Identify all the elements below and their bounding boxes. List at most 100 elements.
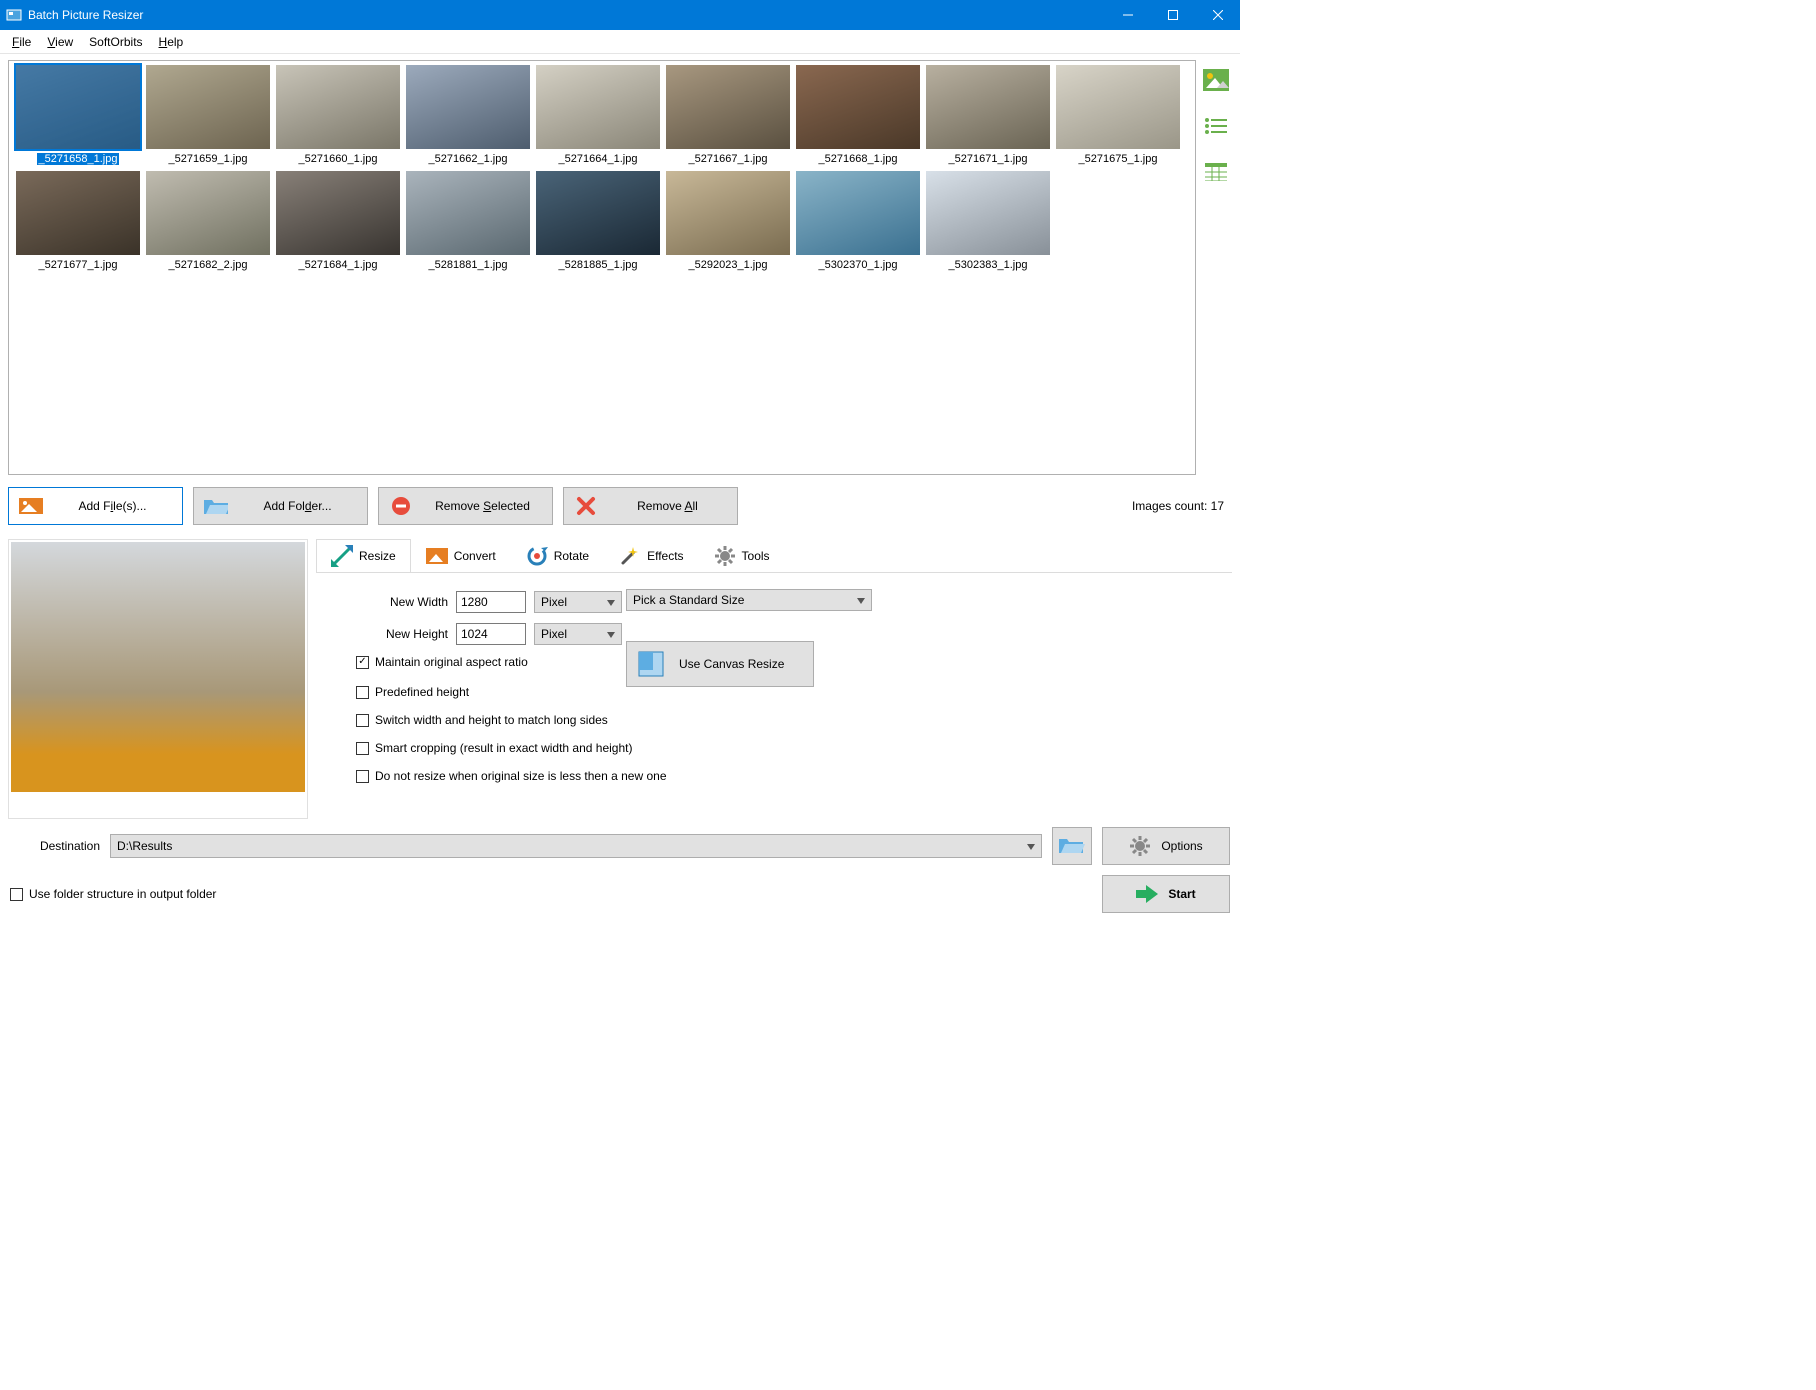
thumbnail-image bbox=[536, 171, 660, 255]
close-button[interactable] bbox=[1195, 0, 1240, 30]
new-width-input[interactable] bbox=[456, 591, 526, 613]
no-upscale-checkbox[interactable]: Do not resize when original size is less… bbox=[356, 769, 1220, 783]
use-folder-structure-checkbox[interactable]: Use folder structure in output folder bbox=[10, 887, 216, 901]
folder-icon bbox=[204, 496, 228, 516]
tab-tools[interactable]: Tools bbox=[699, 539, 785, 573]
thumbnail-item[interactable]: _5271660_1.jpg bbox=[273, 65, 403, 165]
smart-cropping-checkbox[interactable]: Smart cropping (result in exact width an… bbox=[356, 741, 1220, 755]
view-grid-button[interactable] bbox=[1202, 158, 1230, 186]
thumbnail-item[interactable]: _5271662_1.jpg bbox=[403, 65, 533, 165]
thumbnail-item[interactable]: _5271675_1.jpg bbox=[1053, 65, 1183, 165]
options-button[interactable]: Options bbox=[1102, 827, 1230, 865]
remove-all-button[interactable]: Remove All bbox=[563, 487, 738, 525]
start-arrow-icon bbox=[1136, 885, 1158, 903]
thumbnail-item[interactable]: _5271682_2.jpg bbox=[143, 171, 273, 271]
thumbnail-image bbox=[666, 171, 790, 255]
thumbnail-item[interactable]: _5271667_1.jpg bbox=[663, 65, 793, 165]
tab-rotate[interactable]: Rotate bbox=[511, 539, 604, 573]
predefined-height-checkbox[interactable]: Predefined height bbox=[356, 685, 1220, 699]
destination-label: Destination bbox=[10, 839, 100, 853]
thumbnail-filename: _5302383_1.jpg bbox=[949, 259, 1028, 271]
thumbnail-item[interactable]: _5292023_1.jpg bbox=[663, 171, 793, 271]
thumbnail-item[interactable]: _5302383_1.jpg bbox=[923, 171, 1053, 271]
thumbnail-image bbox=[146, 171, 270, 255]
new-height-input[interactable] bbox=[456, 623, 526, 645]
maximize-button[interactable] bbox=[1150, 0, 1195, 30]
thumbnail-image bbox=[1056, 65, 1180, 149]
thumbnail-item[interactable]: _5271659_1.jpg bbox=[143, 65, 273, 165]
menubar: File View SoftOrbits Help bbox=[0, 30, 1240, 54]
window-title: Batch Picture Resizer bbox=[28, 8, 1105, 22]
thumbnail-filename: _5281885_1.jpg bbox=[559, 259, 638, 271]
thumbnail-item[interactable]: _5281881_1.jpg bbox=[403, 171, 533, 271]
add-files-button[interactable]: Add File(s)... bbox=[8, 487, 183, 525]
canvas-resize-button[interactable]: Use Canvas Resize bbox=[626, 641, 814, 687]
menu-view[interactable]: View bbox=[39, 30, 81, 54]
menu-softorbits[interactable]: SoftOrbits bbox=[81, 30, 150, 54]
convert-icon bbox=[426, 545, 448, 567]
effects-icon bbox=[619, 545, 641, 567]
thumbnail-item[interactable]: _5271664_1.jpg bbox=[533, 65, 663, 165]
destination-select[interactable]: D:\Results bbox=[110, 834, 1042, 858]
remove-icon bbox=[389, 496, 413, 516]
browse-destination-button[interactable] bbox=[1052, 827, 1092, 865]
minimize-button[interactable] bbox=[1105, 0, 1150, 30]
preview-panel bbox=[8, 539, 308, 819]
thumbnail-item[interactable]: _5271658_1.jpg bbox=[13, 65, 143, 165]
app-icon bbox=[6, 7, 22, 23]
tools-icon bbox=[714, 545, 736, 567]
thumbnail-image bbox=[536, 65, 660, 149]
chevron-down-icon bbox=[607, 632, 615, 638]
thumbnail-filename: _5271682_2.jpg bbox=[169, 259, 248, 271]
width-unit-select[interactable]: Pixel bbox=[534, 591, 622, 613]
thumbnail-image bbox=[666, 65, 790, 149]
thumbnail-image bbox=[16, 171, 140, 255]
thumbnail-item[interactable]: _5271677_1.jpg bbox=[13, 171, 143, 271]
tab-resize[interactable]: Resize bbox=[316, 539, 411, 573]
thumbnail-filename: _5271668_1.jpg bbox=[819, 153, 898, 165]
thumbnail-filename: _5271662_1.jpg bbox=[429, 153, 508, 165]
thumbnail-item[interactable]: _5271671_1.jpg bbox=[923, 65, 1053, 165]
chevron-down-icon bbox=[607, 600, 615, 606]
action-toolbar: Add File(s)... Add Folder... Remove Sele… bbox=[0, 475, 1240, 531]
thumbnail-image bbox=[926, 171, 1050, 255]
switch-sides-checkbox[interactable]: Switch width and height to match long si… bbox=[356, 713, 1220, 727]
settings-tabs-panel: Resize Convert Rotate Effects Tools bbox=[316, 539, 1232, 819]
thumbnail-filename: _5271677_1.jpg bbox=[39, 259, 118, 271]
thumbnail-filename: _5281881_1.jpg bbox=[429, 259, 508, 271]
thumbnail-image bbox=[926, 65, 1050, 149]
chevron-down-icon bbox=[857, 598, 865, 604]
thumbnail-filename: _5271675_1.jpg bbox=[1079, 153, 1158, 165]
thumbnail-item[interactable]: _5271684_1.jpg bbox=[273, 171, 403, 271]
thumbnail-grid[interactable]: _5271658_1.jpg_5271659_1.jpg_5271660_1.j… bbox=[8, 60, 1196, 475]
standard-size-select[interactable]: Pick a Standard Size bbox=[626, 589, 872, 611]
folder-open-icon bbox=[1059, 835, 1085, 857]
thumbnail-filename: _5271684_1.jpg bbox=[299, 259, 378, 271]
thumbnail-item[interactable]: _5302370_1.jpg bbox=[793, 171, 923, 271]
resize-icon bbox=[331, 545, 353, 567]
remove-selected-button[interactable]: Remove Selected bbox=[378, 487, 553, 525]
thumbnail-filename: _5292023_1.jpg bbox=[689, 259, 768, 271]
add-files-icon bbox=[19, 496, 43, 516]
tab-convert[interactable]: Convert bbox=[411, 539, 511, 573]
new-height-label: New Height bbox=[356, 627, 448, 641]
canvas-resize-icon bbox=[637, 650, 665, 678]
chevron-down-icon bbox=[1027, 844, 1035, 850]
thumbnail-filename: _5271664_1.jpg bbox=[559, 153, 638, 165]
thumbnail-item[interactable]: _5271668_1.jpg bbox=[793, 65, 923, 165]
tab-effects[interactable]: Effects bbox=[604, 539, 698, 573]
images-count-label: Images count: 17 bbox=[1132, 499, 1232, 513]
start-button[interactable]: Start bbox=[1102, 875, 1230, 913]
view-thumbnails-button[interactable] bbox=[1202, 66, 1230, 94]
thumbnail-item[interactable]: _5281885_1.jpg bbox=[533, 171, 663, 271]
add-folder-button[interactable]: Add Folder... bbox=[193, 487, 368, 525]
thumbnail-filename: _5271667_1.jpg bbox=[689, 153, 768, 165]
height-unit-select[interactable]: Pixel bbox=[534, 623, 622, 645]
menu-file[interactable]: File bbox=[4, 30, 39, 54]
thumbnail-filename: _5302370_1.jpg bbox=[819, 259, 898, 271]
thumbnail-image bbox=[796, 171, 920, 255]
preview-image bbox=[11, 542, 305, 792]
thumbnail-image bbox=[276, 171, 400, 255]
menu-help[interactable]: Help bbox=[151, 30, 192, 54]
view-list-button[interactable] bbox=[1202, 112, 1230, 140]
